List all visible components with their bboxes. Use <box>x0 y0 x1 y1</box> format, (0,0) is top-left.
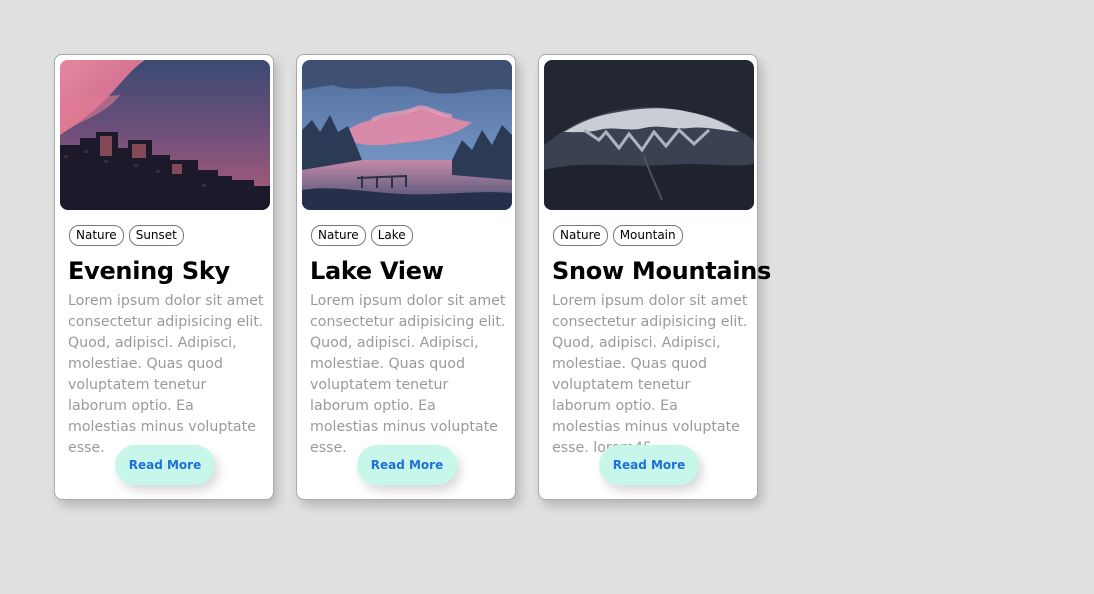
card-image-mountain <box>544 60 754 210</box>
card-title: Evening Sky <box>68 257 230 285</box>
card-evening-sky: Nature Sunset Evening Sky Lorem ipsum do… <box>54 54 274 500</box>
tag-list: Nature Sunset <box>69 225 184 246</box>
card-description: Lorem ipsum dolor sit amet consectetur a… <box>68 293 264 456</box>
tag[interactable]: Nature <box>553 225 608 246</box>
card-title: Snow Mountains <box>552 257 771 285</box>
tag[interactable]: Sunset <box>128 225 184 246</box>
tag[interactable]: Mountain <box>612 225 683 246</box>
tag[interactable]: Lake <box>370 225 413 246</box>
tag-list: Nature Lake <box>311 225 413 246</box>
card-image-lake <box>302 60 512 210</box>
card-description: Lorem ipsum dolor sit amet consectetur a… <box>552 293 748 456</box>
tag[interactable]: Nature <box>311 225 366 246</box>
read-more-button[interactable]: Read More <box>115 445 215 485</box>
card-image-sunset <box>60 60 270 210</box>
card-title: Lake View <box>310 257 444 285</box>
card-snow-mountains: Nature Mountain Snow Mountains Lorem ips… <box>538 54 771 500</box>
tag-list: Nature Mountain <box>553 225 683 246</box>
card-description: Lorem ipsum dolor sit amet consectetur a… <box>310 293 506 456</box>
read-more-button[interactable]: Read More <box>357 445 457 485</box>
read-more-button[interactable]: Read More <box>599 445 699 485</box>
tag[interactable]: Nature <box>69 225 124 246</box>
card-lake-view: Nature Lake Lake View Lorem ipsum dolor … <box>296 54 516 500</box>
